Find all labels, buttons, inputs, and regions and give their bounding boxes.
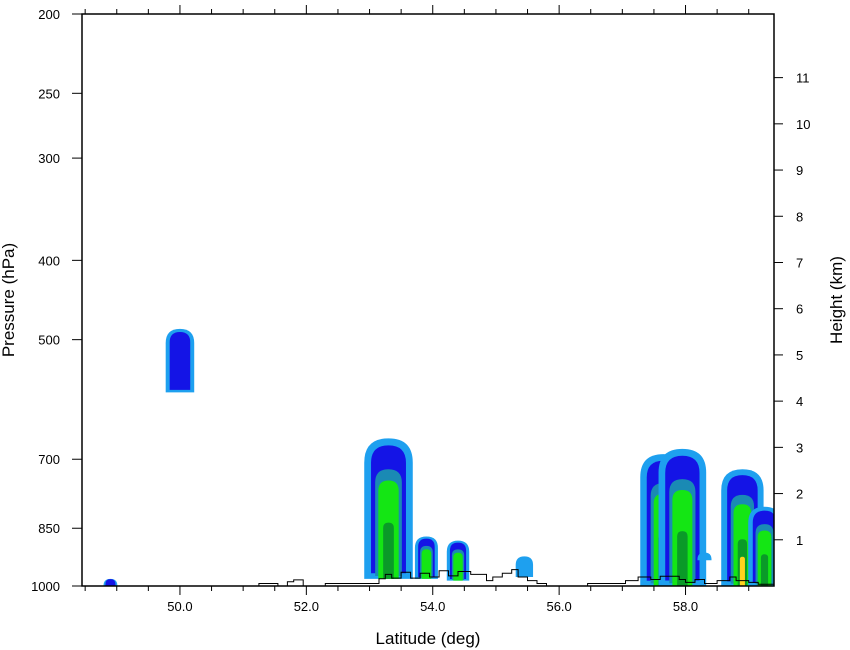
y-left-tick-label: 250 [38, 86, 60, 101]
x-tick-label: 50.0 [167, 599, 192, 614]
y-right-tick-label: 4 [796, 394, 803, 409]
y-right-tick-label: 1 [796, 533, 803, 548]
y-right-tick-label: 6 [796, 302, 803, 317]
contour-cell [748, 506, 774, 586]
x-tick-label: 56.0 [546, 599, 571, 614]
y-right-tick-label: 10 [796, 117, 810, 132]
y-right-tick-label: 9 [796, 163, 803, 178]
y-left-tick-label: 400 [38, 253, 60, 268]
y-left-tick-label: 1000 [31, 579, 60, 594]
contour-level-6 [739, 556, 745, 586]
contour-level-2 [169, 332, 191, 390]
y-right-tick-label: 7 [796, 255, 803, 270]
y-right-tick-label: 8 [796, 209, 803, 224]
y-right-tick-label: 11 [796, 71, 810, 86]
contour-level-5 [383, 522, 394, 579]
x-axis-title: Latitude (deg) [376, 629, 481, 648]
contour-cell [414, 536, 438, 579]
contour-level-5 [760, 554, 769, 586]
y-right-tick-label: 3 [796, 440, 803, 455]
contour-cell [658, 448, 707, 586]
contour-cell [165, 328, 195, 393]
x-tick-label: 52.0 [294, 599, 319, 614]
contour-cells [103, 328, 774, 586]
y-left-tick-label: 200 [38, 7, 60, 22]
y-left-tick-label: 300 [38, 151, 60, 166]
x-tick-label: 54.0 [420, 599, 445, 614]
contour-level-5 [677, 531, 688, 586]
y-left-tick-label: 500 [38, 333, 60, 348]
left-axis-title: Pressure (hPa) [0, 243, 18, 357]
y-right-tick-label: 5 [796, 348, 803, 363]
contour-level-4 [453, 552, 463, 581]
contour-cell [364, 438, 413, 579]
contour-cell [103, 578, 118, 586]
y-right-tick-label: 2 [796, 487, 803, 502]
right-axis-title: Height (km) [827, 256, 846, 344]
cross-section-chart: 50.0 52.0 54.0 56.0 58.020025030040050070085… [0, 5, 846, 648]
y-left-tick-label: 700 [38, 452, 60, 467]
x-tick-label: 58.0 [673, 599, 698, 614]
y-left-tick-label: 850 [38, 521, 60, 536]
